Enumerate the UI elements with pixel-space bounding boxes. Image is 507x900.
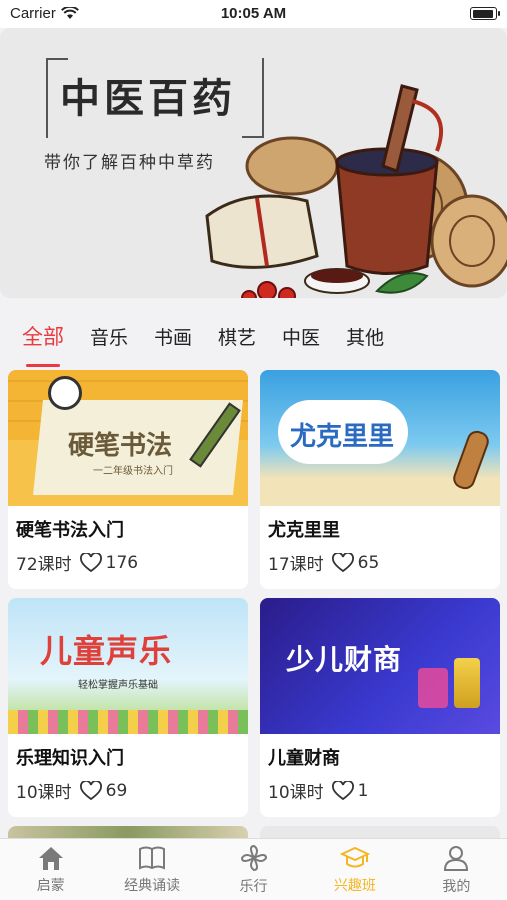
- tab-tcm[interactable]: 中医: [282, 323, 320, 350]
- like-count: 69: [105, 780, 128, 801]
- tab-painting[interactable]: 书画: [154, 323, 192, 350]
- thumb-title: 硬笔书法: [68, 431, 173, 461]
- heart-icon[interactable]: [79, 552, 102, 573]
- tabbar-item-classics[interactable]: 经典诵读: [101, 839, 202, 900]
- tabbar-label: 乐行: [239, 878, 268, 895]
- course-card[interactable]: 儿童声乐 轻松掌握声乐基础 乐理知识入门 10课时 69: [8, 598, 248, 817]
- course-title: 尤克里里: [268, 520, 340, 541]
- herbal-mortar-illustration: [205, 84, 507, 298]
- thumb-title: 儿童声乐: [40, 632, 173, 670]
- graduation-cap-icon: [339, 846, 370, 867]
- book-icon: [139, 846, 166, 870]
- tabbar-label: 兴趣班: [333, 877, 376, 894]
- status-bar: Carrier 10:05 AM: [0, 0, 507, 28]
- tabbar-label: 启蒙: [36, 877, 65, 894]
- tabbar-item-interest-class[interactable]: 兴趣班: [304, 839, 405, 900]
- tabbar-item-enlighten[interactable]: 启蒙: [0, 839, 101, 900]
- thumb-subtitle: 轻松掌握声乐基础: [78, 680, 158, 691]
- clock: 10:05 AM: [220, 5, 287, 22]
- course-card[interactable]: 少儿财商 儿童财商 10课时 1: [260, 598, 500, 817]
- course-thumbnail: 少儿财商: [260, 598, 500, 734]
- thumb-subtitle: 一二年级书法入门: [93, 466, 173, 477]
- heart-icon[interactable]: [79, 780, 102, 801]
- tab-other[interactable]: 其他: [346, 323, 384, 350]
- course-title: 硬笔书法入门: [16, 520, 124, 541]
- lesson-count: 10课时: [268, 783, 324, 803]
- tabbar-label: 我的: [442, 878, 471, 895]
- bottom-tab-bar: 启蒙 经典诵读 乐行 兴趣班 我的: [0, 838, 507, 900]
- like-count: 65: [357, 552, 380, 573]
- tab-music[interactable]: 音乐: [90, 323, 128, 350]
- course-card[interactable]: 硬笔书法 一二年级书法入门 硬笔书法入门 72课时 176: [8, 370, 248, 589]
- course-title: 乐理知识入门: [16, 748, 124, 769]
- heart-icon[interactable]: [331, 780, 354, 801]
- tab-all[interactable]: 全部: [22, 321, 64, 367]
- thumb-title: 尤克里里: [290, 422, 395, 452]
- tabbar-item-travel[interactable]: 乐行: [203, 839, 304, 900]
- category-tabs: 全部 音乐 书画 棋艺 中医 其他: [0, 310, 507, 367]
- battery-icon: [470, 7, 500, 20]
- tab-chess[interactable]: 棋艺: [218, 323, 256, 350]
- course-thumbnail: 尤克里里: [260, 370, 500, 506]
- thumb-title: 少儿财商: [286, 643, 403, 676]
- person-icon: [444, 845, 469, 871]
- tabbar-label: 经典诵读: [124, 877, 181, 894]
- like-count: 176: [105, 552, 139, 573]
- lesson-count: 17课时: [268, 555, 324, 575]
- lesson-count: 10课时: [16, 783, 72, 803]
- banner[interactable]: 中医百药 带你了解百种中草药: [0, 28, 507, 298]
- course-thumbnail: 儿童声乐 轻松掌握声乐基础: [8, 598, 248, 734]
- house-icon: [38, 846, 63, 870]
- pinwheel-icon: [240, 844, 267, 871]
- course-title: 儿童财商: [268, 748, 340, 769]
- like-count: 1: [357, 780, 369, 801]
- course-thumbnail: 硬笔书法 一二年级书法入门: [8, 370, 248, 506]
- tabbar-item-mine[interactable]: 我的: [406, 839, 507, 900]
- heart-icon[interactable]: [331, 552, 354, 573]
- lesson-count: 72课时: [16, 555, 72, 575]
- course-card[interactable]: 尤克里里 尤克里里 17课时 65: [260, 370, 500, 589]
